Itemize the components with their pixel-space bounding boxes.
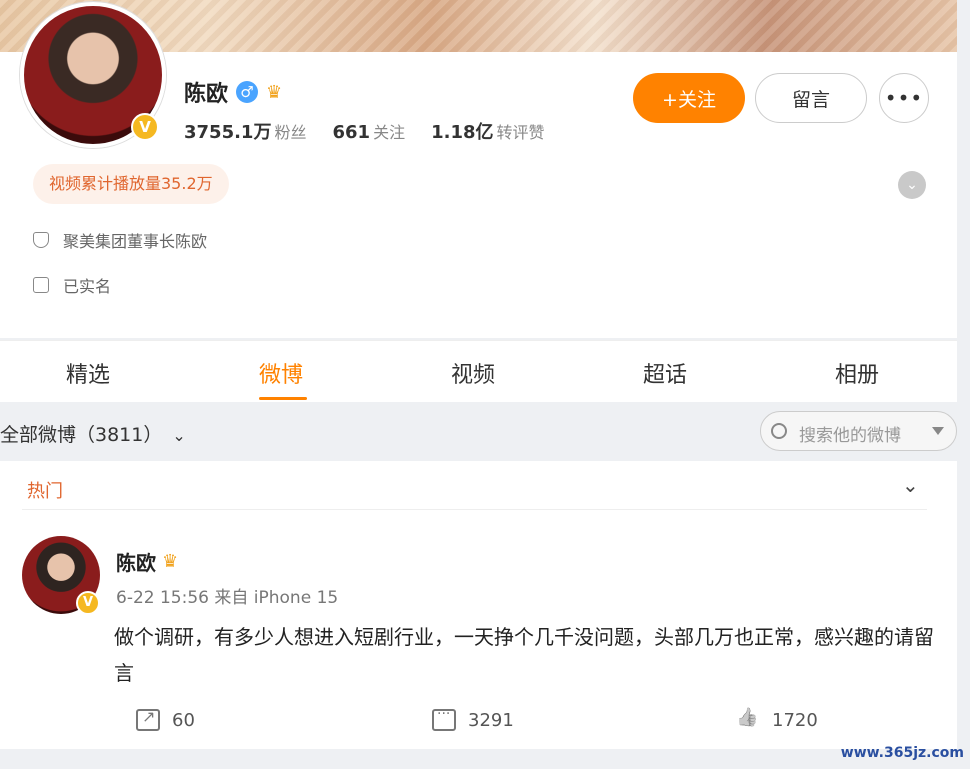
id-card-icon [33,277,49,293]
video-play-count-badge[interactable]: 视频累计播放量35.2万 [33,164,229,204]
share-button[interactable]: 60 [136,707,195,731]
male-icon: ♂ [236,81,259,103]
comment-count: 3291 [468,709,514,731]
verification-text: 已实名 [63,277,112,296]
active-tab-indicator [259,397,307,400]
tab-weibo[interactable]: 微博 [259,357,303,389]
tab-featured[interactable]: 精选 [66,357,110,389]
search-icon [771,423,787,439]
verification-row: 已实名 [33,273,111,297]
chevron-down-icon: ⌄ [172,426,186,445]
tab-album[interactable]: 相册 [835,357,879,389]
follow-button[interactable]: +关注 [633,73,745,123]
stat-fans[interactable]: 3755.1万 粉丝 [184,118,306,144]
all-posts-dropdown[interactable]: 全部微博（3811） ⌄ [0,420,186,447]
verified-badge-icon: V [76,591,100,615]
comment-icon [432,706,456,731]
post-search-box[interactable]: 搜索他的微博 [760,411,957,451]
comment-button[interactable]: 3291 [432,706,514,731]
caret-down-icon[interactable] [932,427,944,435]
like-count: 1720 [772,709,818,731]
message-button[interactable]: 留言 [755,73,867,123]
verified-badge-icon: V [131,113,159,141]
stat-engagement: 1.18亿 转评赞 [431,122,545,143]
hot-section-label: 热门 [27,481,63,502]
weibo-profile-page: V 陈欧 ♂ ♛ 3755.1万 粉丝 661 关注 1.18亿 转评赞 +关注 留言… [0,0,970,769]
profile-name: 陈欧 [184,82,229,107]
bio-row: 聚美集团董事长陈欧 [33,228,207,252]
stat-following[interactable]: 661 关注 [332,119,405,143]
filter-row: 全部微博（3811） ⌄ 搜索他的微博 [0,410,957,454]
crown-icon: ♛ [266,81,283,103]
share-count: 60 [172,709,195,731]
post-author-name[interactable]: 陈欧 [116,547,156,576]
divider [22,509,927,510]
chevron-down-icon[interactable]: ⌄ [902,473,919,497]
more-options-button[interactable]: ••• [879,73,929,123]
profile-tabs: 精选 微博 视频 超话 相册 [0,340,957,402]
search-placeholder: 搜索他的微博 [799,426,901,446]
profile-stats: 3755.1万 粉丝 661 关注 1.18亿 转评赞 [184,118,545,144]
tab-videos[interactable]: 视频 [451,357,495,389]
post-author-row: 陈欧 ♛ [116,547,178,576]
thumbs-up-icon [736,709,760,731]
all-posts-label: 全部微博（3811） [0,424,163,446]
bio-text: 聚美集团董事长陈欧 [63,232,208,251]
profile-card: V 陈欧 ♂ ♛ 3755.1万 粉丝 661 关注 1.18亿 转评赞 +关注 留言… [0,2,957,338]
feed-card: 热门 ⌄ V 陈欧 ♛ 6-22 15:56 来自 iPhone 15 做个调研… [0,461,957,749]
crown-icon: ♛ [162,551,179,572]
post-text: 做个调研，有多少人想进入短剧行业，一天挣个几千没问题，头部几万也正常，感兴趣的请… [114,625,934,685]
tab-supertopic[interactable]: 超话 [643,357,687,389]
like-button[interactable]: 1720 [736,709,818,731]
watermark: www.365jz.com [840,745,964,761]
name-row: 陈欧 ♂ ♛ [184,76,282,108]
share-icon [136,707,160,731]
shield-icon [33,232,49,248]
chevron-down-icon[interactable]: ⌄ [898,171,926,199]
post-meta[interactable]: 6-22 15:56 来自 iPhone 15 [116,583,338,608]
